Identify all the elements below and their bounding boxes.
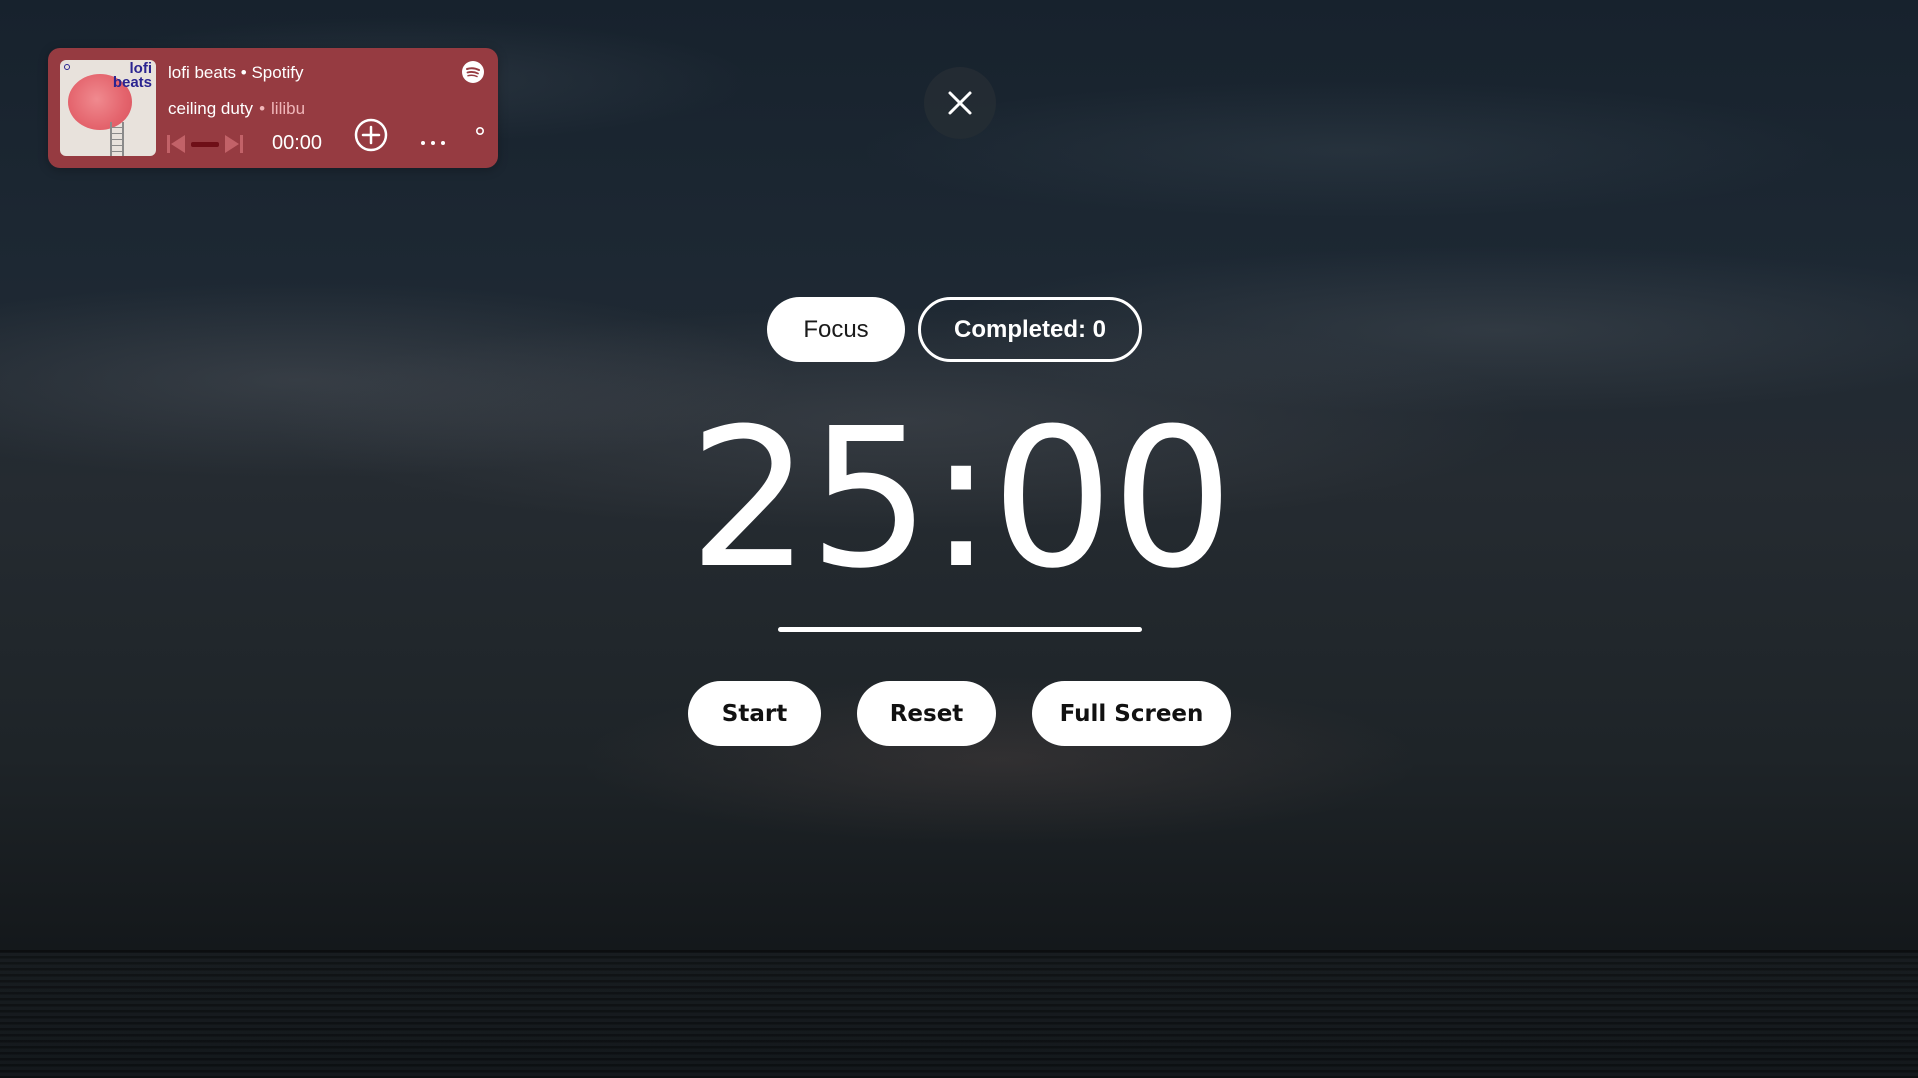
album-cover[interactable]: lofi beats [60, 60, 156, 156]
close-icon [948, 91, 972, 115]
full-screen-button[interactable]: Full Screen [1032, 681, 1231, 746]
previous-track-icon[interactable] [164, 132, 188, 156]
timer-display: 25:00 [688, 388, 1233, 611]
timer-progress-bar [778, 627, 1142, 632]
small-dot-icon[interactable] [475, 126, 485, 136]
cover-title: lofi beats [112, 60, 152, 91]
playback-progress-bar[interactable] [191, 142, 219, 147]
completed-counter: Completed: 0 [918, 297, 1142, 362]
spotify-mini-player: lofi beats lofi beats • Spotify ceiling d… [48, 48, 498, 168]
spotify-icon[interactable] [461, 60, 485, 84]
next-track-icon[interactable] [222, 132, 246, 156]
close-button[interactable] [924, 67, 996, 139]
playback-time: 00:00 [272, 132, 323, 154]
add-circle-icon[interactable] [353, 117, 389, 153]
more-options-icon[interactable] [418, 128, 448, 158]
cover-ladder-art [110, 122, 124, 156]
track-info: ceiling duty • lilibu [168, 99, 305, 119]
cover-dot-icon [64, 64, 70, 70]
start-button[interactable]: Start [688, 681, 821, 746]
track-separator: • [259, 99, 266, 118]
artist-name[interactable]: lilibu [271, 99, 305, 118]
service-name: Spotify [251, 63, 304, 82]
track-name[interactable]: ceiling duty [168, 99, 253, 118]
title-separator: • [240, 63, 247, 82]
focus-mode-button[interactable]: Focus [767, 297, 905, 362]
playlist-name[interactable]: lofi beats [168, 63, 236, 82]
reset-button[interactable]: Reset [857, 681, 996, 746]
playlist-source-text[interactable]: lofi beats • Spotify [168, 63, 303, 83]
sea-background [0, 950, 1918, 1078]
